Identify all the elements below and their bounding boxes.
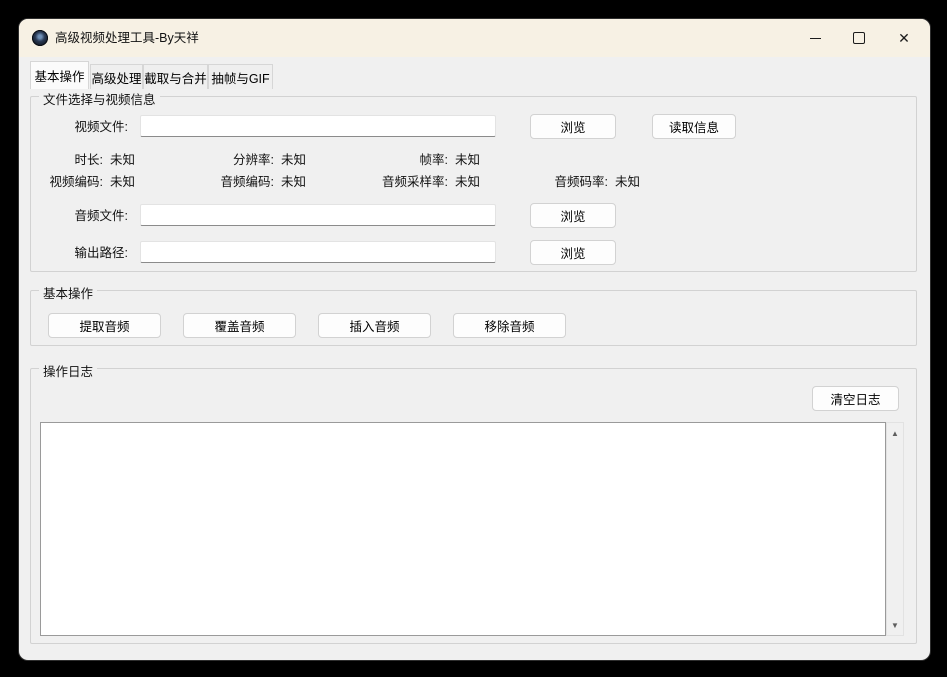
group-basic-operations-title: 基本操作 bbox=[39, 283, 97, 302]
extract-audio-button[interactable]: 提取音频 bbox=[48, 313, 161, 338]
info-audio-samplerate-label: 音频采样率: bbox=[299, 174, 448, 191]
info-audio-bitrate-label: 音频码率: bbox=[459, 174, 608, 191]
app-icon bbox=[32, 30, 48, 46]
remove-audio-button[interactable]: 移除音频 bbox=[453, 313, 566, 338]
maximize-button[interactable] bbox=[837, 23, 881, 53]
clear-log-button[interactable]: 清空日志 bbox=[812, 386, 899, 411]
info-resolution-label: 分辨率: bbox=[119, 152, 274, 169]
browse-output-button[interactable]: 浏览 bbox=[530, 240, 616, 265]
browse-audio-label: 浏览 bbox=[560, 206, 585, 225]
browse-video-button[interactable]: 浏览 bbox=[530, 114, 616, 139]
close-button[interactable]: ✕ bbox=[882, 23, 926, 53]
browse-output-label: 浏览 bbox=[560, 243, 585, 262]
minimize-icon bbox=[810, 38, 821, 39]
close-icon: ✕ bbox=[898, 31, 910, 45]
insert-audio-label: 插入音频 bbox=[349, 316, 399, 335]
tab-label: 截取与合并 bbox=[144, 68, 207, 87]
window-title: 高级视频处理工具-By天祥 bbox=[55, 19, 199, 57]
scrollbar-down-icon[interactable]: ▼ bbox=[887, 617, 903, 633]
overwrite-audio-button[interactable]: 覆盖音频 bbox=[183, 313, 296, 338]
output-path-label: 输出路径: bbox=[31, 245, 128, 261]
info-framerate-value: 未知 bbox=[455, 152, 480, 169]
maximize-icon bbox=[853, 32, 865, 44]
browse-audio-button[interactable]: 浏览 bbox=[530, 203, 616, 228]
tab-frames-and-gif[interactable]: 抽帧与GIF bbox=[208, 64, 273, 89]
tab-advanced-processing[interactable]: 高级处理 bbox=[90, 64, 143, 89]
info-framerate-label: 帧率: bbox=[299, 152, 448, 169]
audio-file-input[interactable] bbox=[140, 204, 496, 226]
tab-label: 基本操作 bbox=[34, 66, 84, 85]
read-info-button[interactable]: 读取信息 bbox=[652, 114, 736, 139]
tab-label: 高级处理 bbox=[91, 68, 141, 87]
audio-file-label: 音频文件: bbox=[31, 208, 128, 224]
info-resolution: 分辨率: 未知 bbox=[119, 152, 306, 169]
browse-video-label: 浏览 bbox=[560, 117, 585, 136]
info-framerate: 帧率: 未知 bbox=[299, 152, 480, 169]
overwrite-audio-label: 覆盖音频 bbox=[214, 316, 264, 335]
read-info-label: 读取信息 bbox=[669, 117, 719, 136]
output-path-input[interactable] bbox=[140, 241, 496, 263]
app-window: 高级视频处理工具-By天祥 ✕ 基本操作 高级处理 截取与合并 抽帧与GIF 文… bbox=[19, 19, 930, 660]
minimize-button[interactable] bbox=[793, 23, 837, 53]
tab-cut-and-merge[interactable]: 截取与合并 bbox=[143, 64, 208, 89]
info-audio-samplerate: 音频采样率: 未知 bbox=[299, 174, 480, 191]
video-file-input[interactable] bbox=[140, 115, 496, 137]
group-operation-log-title: 操作日志 bbox=[39, 361, 97, 380]
info-audio-codec: 音频编码: 未知 bbox=[119, 174, 306, 191]
video-file-label: 视频文件: bbox=[31, 119, 128, 135]
remove-audio-label: 移除音频 bbox=[484, 316, 534, 335]
log-scrollbar[interactable]: ▲ ▼ bbox=[886, 422, 904, 636]
scrollbar-up-icon[interactable]: ▲ bbox=[887, 425, 903, 441]
log-textarea[interactable] bbox=[40, 422, 886, 636]
info-audio-codec-label: 音频编码: bbox=[119, 174, 274, 191]
extract-audio-label: 提取音频 bbox=[79, 316, 129, 335]
desktop-background: { "window": { "title": "高级视频处理工具-By天祥" }… bbox=[0, 0, 947, 677]
group-file-selection-title: 文件选择与视频信息 bbox=[39, 89, 160, 108]
titlebar: 高级视频处理工具-By天祥 ✕ bbox=[19, 19, 930, 57]
info-duration-label: 时长: bbox=[31, 152, 103, 169]
info-audio-bitrate-value: 未知 bbox=[615, 174, 640, 191]
insert-audio-button[interactable]: 插入音频 bbox=[318, 313, 431, 338]
info-audio-bitrate: 音频码率: 未知 bbox=[459, 174, 640, 191]
info-video-codec-label: 视频编码: bbox=[31, 174, 103, 191]
tab-basic-operations[interactable]: 基本操作 bbox=[30, 61, 89, 89]
tab-label: 抽帧与GIF bbox=[211, 68, 269, 87]
clear-log-label: 清空日志 bbox=[830, 389, 880, 408]
